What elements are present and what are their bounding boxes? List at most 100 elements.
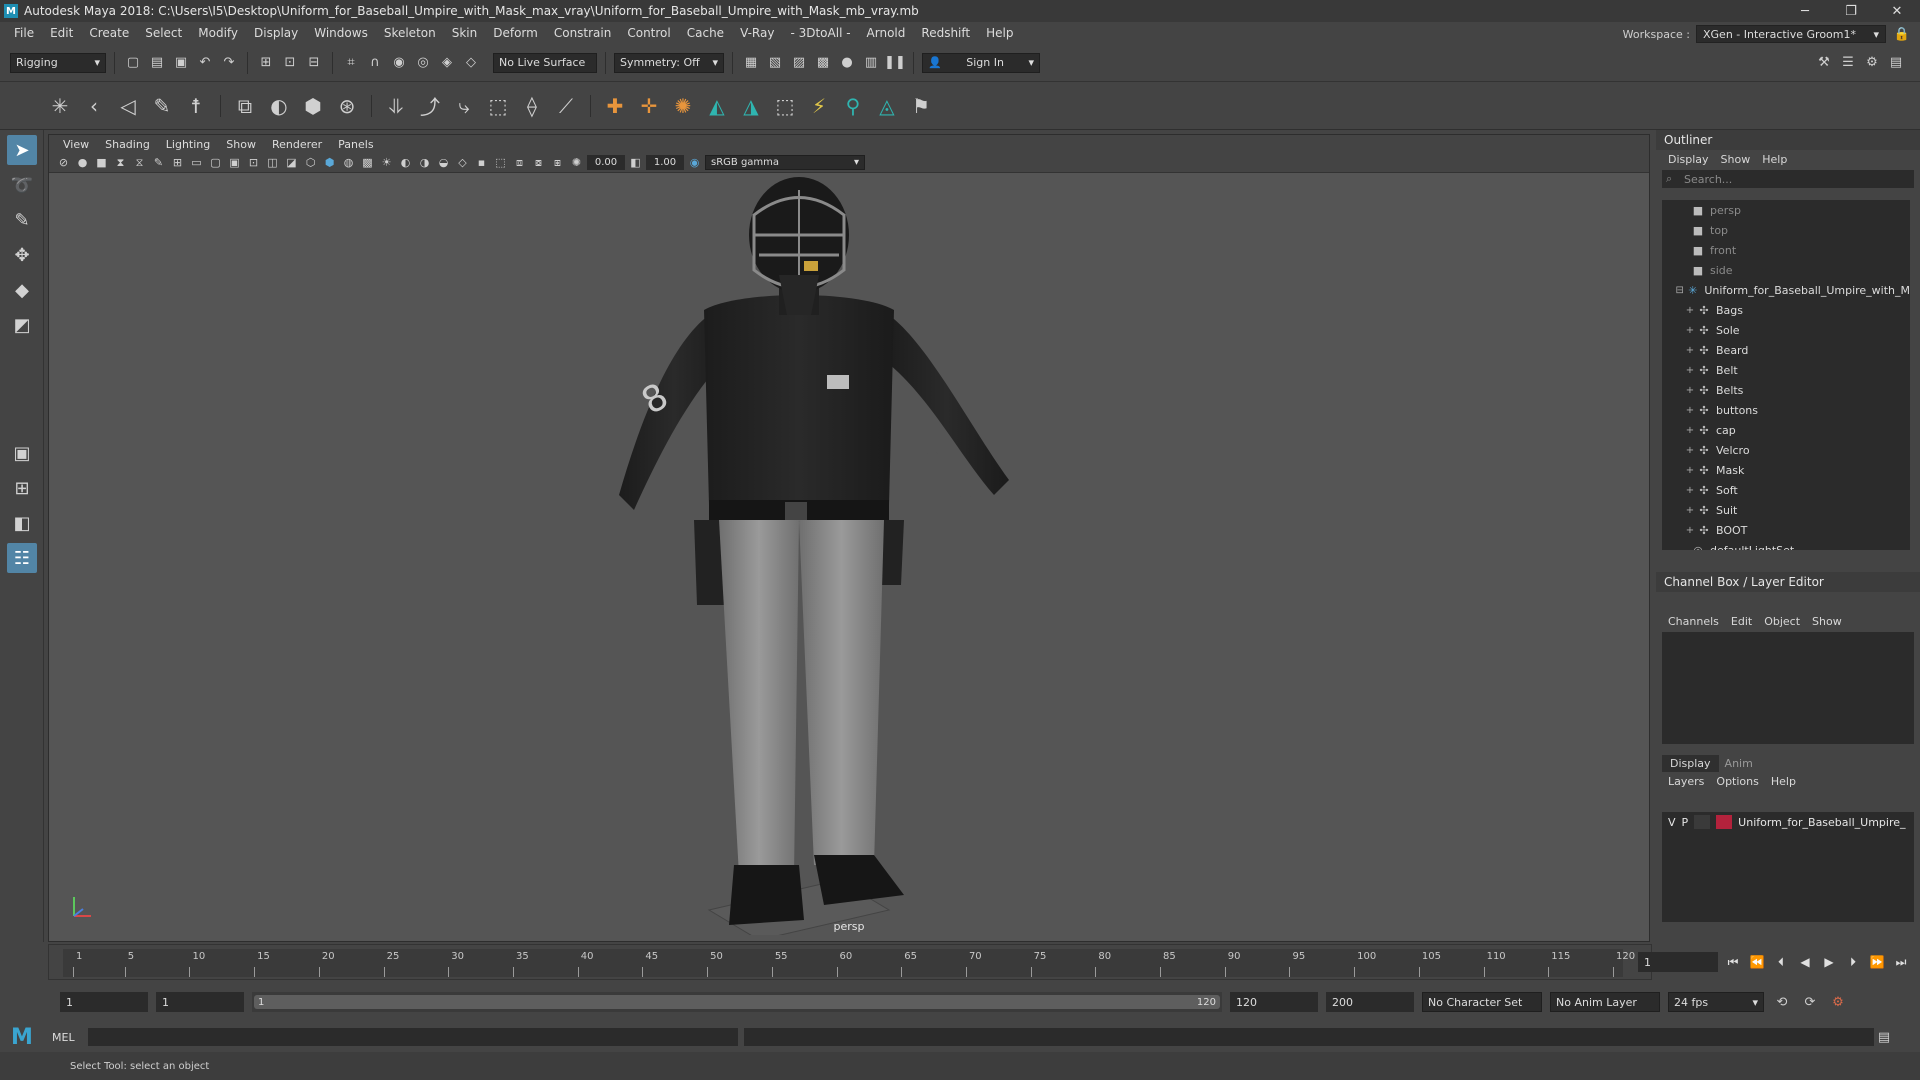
ik-handle-icon[interactable]: ◁ <box>114 92 142 120</box>
menu-arnold[interactable]: Arnold <box>859 26 914 40</box>
render-settings-icon[interactable]: ▩ <box>813 53 833 73</box>
outliner-layout-icon[interactable]: ☷ <box>7 543 37 573</box>
fps-dropdown[interactable]: 24 fps ▾ <box>1668 992 1764 1012</box>
animation-start-field[interactable]: 1 <box>60 992 148 1012</box>
paint-select-icon[interactable]: ✎ <box>7 205 37 235</box>
expand-icon[interactable]: + <box>1684 445 1696 456</box>
list-item[interactable]: + ✣ Beard <box>1662 340 1910 360</box>
menu-control[interactable]: Control <box>619 26 678 40</box>
redo-icon[interactable]: ↷ <box>219 53 239 73</box>
camera-attributes-icon[interactable]: ● <box>74 154 91 171</box>
menu-edit[interactable]: Edit <box>42 26 81 40</box>
move-tool-icon[interactable]: ✥ <box>7 240 37 270</box>
grid-icon[interactable]: ⊞ <box>169 154 186 171</box>
attribute-editor-icon[interactable]: ☰ <box>1838 53 1858 73</box>
vp-menu-lighting[interactable]: Lighting <box>158 138 218 151</box>
umpire-model[interactable]: 8 <box>589 175 1029 935</box>
bookmark-icon[interactable]: ■ <box>93 154 110 171</box>
menu-skin[interactable]: Skin <box>444 26 486 40</box>
motion-blur-icon[interactable]: ◒ <box>435 154 452 171</box>
vp-menu-renderer[interactable]: Renderer <box>264 138 330 151</box>
timeline-track[interactable]: 1 5 10 15 20 25 30 35 40 45 50 55 60 65 70 75 80 85 90 95 10… <box>63 949 1635 977</box>
rotate-tool-icon[interactable]: ◆ <box>7 275 37 305</box>
snap-curve-icon[interactable]: ∩ <box>365 53 385 73</box>
expand-icon[interactable]: + <box>1684 465 1696 476</box>
smooth-shade-icon[interactable]: ⬢ <box>321 154 338 171</box>
gamma-field[interactable]: 1.00 <box>646 155 684 170</box>
menu-create[interactable]: Create <box>81 26 137 40</box>
xray-icon[interactable]: ⧈ <box>511 154 528 171</box>
list-item[interactable]: ■ top <box>1662 220 1910 240</box>
list-item[interactable]: ◎ defaultLightSet <box>1662 540 1910 551</box>
blend-shape-icon[interactable]: ⬚ <box>484 92 512 120</box>
parent-constraint-icon[interactable]: ✛ <box>635 92 663 120</box>
render-view-icon[interactable]: ▧ <box>765 53 785 73</box>
live-surface-field[interactable]: No Live Surface <box>493 52 597 73</box>
ik-spline-icon[interactable]: ✎ <box>148 92 176 120</box>
expand-icon[interactable]: + <box>1684 405 1696 416</box>
snap-surface-icon[interactable]: ◈ <box>437 53 457 73</box>
step-forward-key-icon[interactable]: ⏩ <box>1868 953 1886 971</box>
restore-button[interactable]: ❐ <box>1828 0 1874 22</box>
tab-anim[interactable]: Anim <box>1719 757 1759 770</box>
range-slider[interactable]: 1 120 <box>252 992 1222 1012</box>
go-to-end-icon[interactable]: ⏭ <box>1892 953 1910 971</box>
expand-icon[interactable]: + <box>1684 325 1696 336</box>
script-editor-icon[interactable]: ▤ <box>1874 1027 1894 1047</box>
menu-constrain[interactable]: Constrain <box>546 26 620 40</box>
mel-label[interactable]: MEL <box>44 1031 88 1044</box>
step-forward-frame-icon[interactable]: ⏵ <box>1844 953 1862 971</box>
sign-in-dropdown[interactable]: 👤 Sign In ▾ <box>922 52 1040 73</box>
set-driven-key-icon[interactable]: ⚡ <box>805 92 833 120</box>
vp-menu-view[interactable]: View <box>55 138 97 151</box>
menu-skeleton[interactable]: Skeleton <box>376 26 444 40</box>
select-object-icon[interactable]: ⊡ <box>280 53 300 73</box>
wireframe-icon[interactable]: ⬡ <box>302 154 319 171</box>
humanik-icon[interactable]: ☨ <box>182 92 210 120</box>
save-scene-icon[interactable]: ▣ <box>171 53 191 73</box>
color-space-dropdown[interactable]: sRGB gamma ▾ <box>705 155 865 170</box>
viewport-persp[interactable]: View Shading Lighting Show Renderer Pane… <box>48 134 1650 942</box>
expand-icon[interactable]: + <box>1684 345 1696 356</box>
ambient-occlusion-icon[interactable]: ◑ <box>416 154 433 171</box>
playback-end-field[interactable]: 120 <box>1230 992 1318 1012</box>
range-slider-handle[interactable]: 1 120 <box>254 995 1220 1009</box>
layer-playback-toggle[interactable]: P <box>1682 816 1689 829</box>
smooth-bind-icon[interactable]: ◐ <box>265 92 293 120</box>
current-frame-field[interactable]: 1 <box>1638 952 1718 972</box>
vp-menu-shading[interactable]: Shading <box>97 138 158 151</box>
expand-icon[interactable]: + <box>1684 525 1696 536</box>
paint-weights-icon[interactable]: ⬢ <box>299 92 327 120</box>
point-constraint-icon[interactable]: ✺ <box>669 92 697 120</box>
tab-display[interactable]: Display <box>1662 754 1719 772</box>
color-management-icon[interactable]: ◉ <box>686 154 703 171</box>
menu-deform[interactable]: Deform <box>485 26 546 40</box>
layer-menu-options[interactable]: Options <box>1710 775 1764 788</box>
list-item[interactable]: + ✣ cap <box>1662 420 1910 440</box>
select-tool-icon[interactable]: ➤ <box>7 135 37 165</box>
list-item[interactable]: + ✣ Bags <box>1662 300 1910 320</box>
layer-menu-help[interactable]: Help <box>1765 775 1802 788</box>
minimize-button[interactable]: ─ <box>1782 0 1828 22</box>
lasso-tool-icon[interactable]: ➰ <box>7 170 37 200</box>
pose-icon[interactable]: ⚑ <box>907 92 935 120</box>
menu-set-dropdown[interactable]: Rigging ▾ <box>10 52 106 73</box>
pole-vector-icon[interactable]: ⬚ <box>771 92 799 120</box>
expand-icon[interactable]: + <box>1684 425 1696 436</box>
outliner-menu-help[interactable]: Help <box>1756 153 1793 166</box>
layer-color-swatch[interactable] <box>1716 815 1733 829</box>
locator-icon[interactable]: ✚ <box>601 92 629 120</box>
expand-icon[interactable]: + <box>1684 505 1696 516</box>
list-item[interactable]: ■ side <box>1662 260 1910 280</box>
menu-file[interactable]: File <box>6 26 42 40</box>
resolution-gate-icon[interactable]: ▢ <box>207 154 224 171</box>
play-backward-icon[interactable]: ◀ <box>1796 953 1814 971</box>
step-back-key-icon[interactable]: ⏪ <box>1748 953 1766 971</box>
animation-end-field[interactable]: 200 <box>1326 992 1414 1012</box>
bind-skin-icon[interactable]: ⧉ <box>231 92 259 120</box>
textured-icon[interactable]: ▩ <box>359 154 376 171</box>
scale-tool-icon[interactable]: ◩ <box>7 310 37 340</box>
menu-vray[interactable]: V-Ray <box>732 26 782 40</box>
outliner-menu-show[interactable]: Show <box>1715 153 1757 166</box>
image-plane-icon[interactable]: ⧗ <box>112 154 129 171</box>
